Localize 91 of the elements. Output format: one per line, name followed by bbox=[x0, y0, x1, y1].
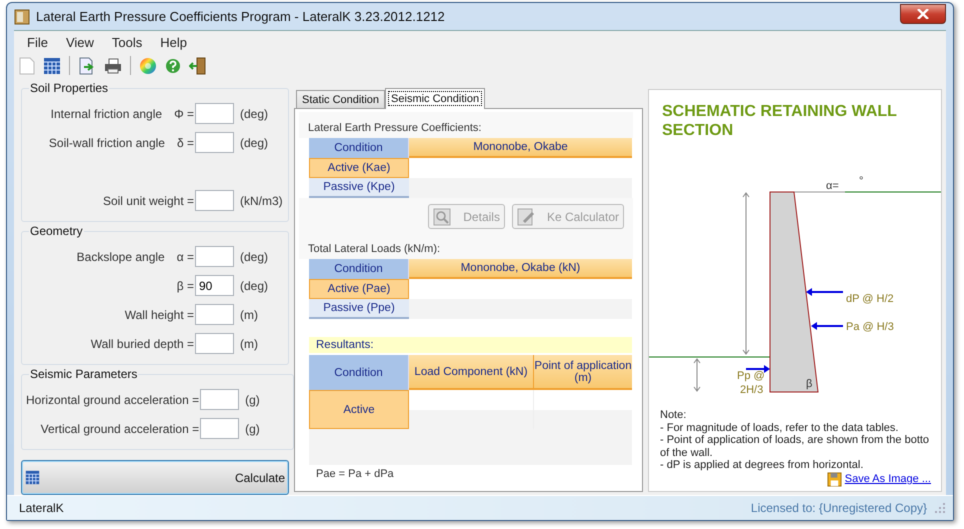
field-label: Backslope angle bbox=[76, 250, 165, 264]
save-icon bbox=[826, 472, 842, 486]
note-text: of the wall. bbox=[660, 446, 714, 459]
calculator-icon[interactable] bbox=[43, 56, 61, 74]
unit-label: (kN/m3) bbox=[239, 194, 284, 208]
license-text: Licensed to: {Unregistered Copy} bbox=[750, 501, 927, 515]
input-field[interactable] bbox=[200, 418, 240, 439]
field-symbol: δ = bbox=[176, 136, 194, 150]
color-wheel-icon[interactable] bbox=[139, 56, 157, 74]
depth-arrow bbox=[694, 358, 700, 392]
column-header: Mononobe, Okabe bbox=[409, 138, 632, 158]
status-text: LateralK bbox=[19, 501, 65, 515]
section-title: Total Lateral Loads (kN/m): bbox=[299, 231, 633, 259]
section-title: Lateral Earth Pressure Coefficients: bbox=[299, 112, 633, 138]
column-header: Condition bbox=[309, 355, 409, 390]
force-arrow bbox=[806, 288, 843, 296]
field-symbol: β = bbox=[176, 278, 194, 292]
force-label: dP @ H/2 bbox=[846, 293, 894, 305]
column-header: Mononobe, Okabe (kN) bbox=[409, 259, 632, 279]
tab[interactable]: Seismic Condition bbox=[385, 88, 486, 109]
input-field[interactable] bbox=[200, 389, 240, 410]
row-header: Passive (Ppe) bbox=[309, 299, 409, 319]
column-header: Condition bbox=[309, 259, 409, 279]
column-header: Condition bbox=[309, 138, 409, 158]
input-field[interactable]: 90 bbox=[195, 275, 234, 296]
unit-label: (deg) bbox=[239, 278, 270, 292]
section-title: Resultants: bbox=[309, 337, 632, 353]
tab[interactable]: Static Condition bbox=[296, 90, 386, 108]
help-icon[interactable] bbox=[165, 58, 181, 74]
close-button[interactable] bbox=[900, 4, 946, 24]
exit-door-icon[interactable] bbox=[189, 56, 207, 74]
group-title: Seismic Parameters bbox=[29, 367, 138, 381]
menu-item[interactable]: Help bbox=[151, 32, 196, 52]
unit-label: (g) bbox=[244, 392, 261, 406]
calculator-icon bbox=[25, 470, 40, 485]
app-icon bbox=[14, 8, 30, 24]
field-label: Wall buried depth = bbox=[90, 336, 194, 350]
field-label: Soil-wall friction angle bbox=[48, 136, 165, 150]
degree-mark: ° bbox=[859, 175, 864, 187]
group-title: Soil Properties bbox=[29, 81, 110, 95]
input-field[interactable] bbox=[195, 333, 234, 354]
force-label: Pp @ bbox=[737, 370, 765, 382]
new-document-icon[interactable] bbox=[19, 56, 35, 74]
force-label: Pa @ H/3 bbox=[846, 321, 894, 333]
input-field[interactable] bbox=[195, 190, 234, 211]
note-text: - For magnitude of loads, refer to the data tables. bbox=[660, 422, 900, 434]
menu-item[interactable]: File bbox=[18, 32, 57, 52]
field-label: Wall height = bbox=[124, 308, 194, 322]
close-icon bbox=[917, 8, 929, 18]
field-symbol: Φ = bbox=[174, 106, 194, 120]
input-field[interactable] bbox=[195, 246, 234, 267]
group-title: Geometry bbox=[29, 224, 84, 238]
unit-label: (m) bbox=[239, 336, 259, 350]
unit-label: (deg) bbox=[239, 106, 270, 120]
row-header: Active (Kae) bbox=[309, 158, 409, 178]
row-header: Active bbox=[309, 390, 409, 429]
magnifier-icon bbox=[433, 208, 452, 226]
resize-grip-icon bbox=[935, 503, 945, 513]
unit-label: (deg) bbox=[239, 136, 270, 150]
save-image-link[interactable]: Save As Image ... bbox=[844, 473, 931, 485]
column-header: Point of application (m) bbox=[534, 355, 632, 390]
menu-item[interactable]: View bbox=[56, 32, 103, 52]
unit-label: (deg) bbox=[239, 250, 270, 264]
field-label: Horizontal ground acceleration = bbox=[26, 392, 200, 406]
alpha-label: α= bbox=[826, 180, 839, 192]
force-position-label: 2H/3 bbox=[740, 384, 764, 396]
window-title: Lateral Earth Pressure Coefficients Program - LateralK 3.23.2012.1212 bbox=[36, 9, 446, 24]
calculate-button[interactable]: Calculate bbox=[21, 460, 289, 495]
force-arrow bbox=[746, 365, 770, 373]
input-field[interactable] bbox=[195, 132, 234, 153]
field-label: Soil unit weight = bbox=[102, 194, 194, 208]
field-label: Internal friction angle bbox=[50, 106, 162, 120]
printer-icon[interactable] bbox=[104, 56, 122, 74]
export-icon[interactable] bbox=[78, 56, 96, 74]
row-header: Active (Pae) bbox=[309, 279, 409, 299]
force-arrow bbox=[811, 322, 843, 330]
input-field[interactable] bbox=[195, 103, 234, 124]
row-header: Passive (Kpe) bbox=[309, 178, 409, 198]
pencil-icon bbox=[516, 208, 535, 226]
input-field[interactable] bbox=[195, 304, 234, 325]
field-symbol: α = bbox=[176, 250, 194, 264]
column-header: Load Component (kN) bbox=[409, 355, 534, 390]
schematic-title: SCHEMATIC RETAINING WALL SECTION bbox=[661, 102, 898, 140]
menu-item[interactable]: Tools bbox=[102, 32, 152, 52]
unit-label: (g) bbox=[244, 422, 261, 436]
field-label: Vertical ground acceleration = bbox=[40, 422, 200, 436]
beta-label: β bbox=[806, 378, 812, 390]
unit-label: (m) bbox=[239, 308, 259, 322]
note-text: Note: bbox=[660, 409, 688, 422]
note-text: - Point of application of loads, are shown from the botto bbox=[660, 434, 930, 446]
note-text: - dP is applied at degrees from horizontal. bbox=[660, 459, 864, 472]
